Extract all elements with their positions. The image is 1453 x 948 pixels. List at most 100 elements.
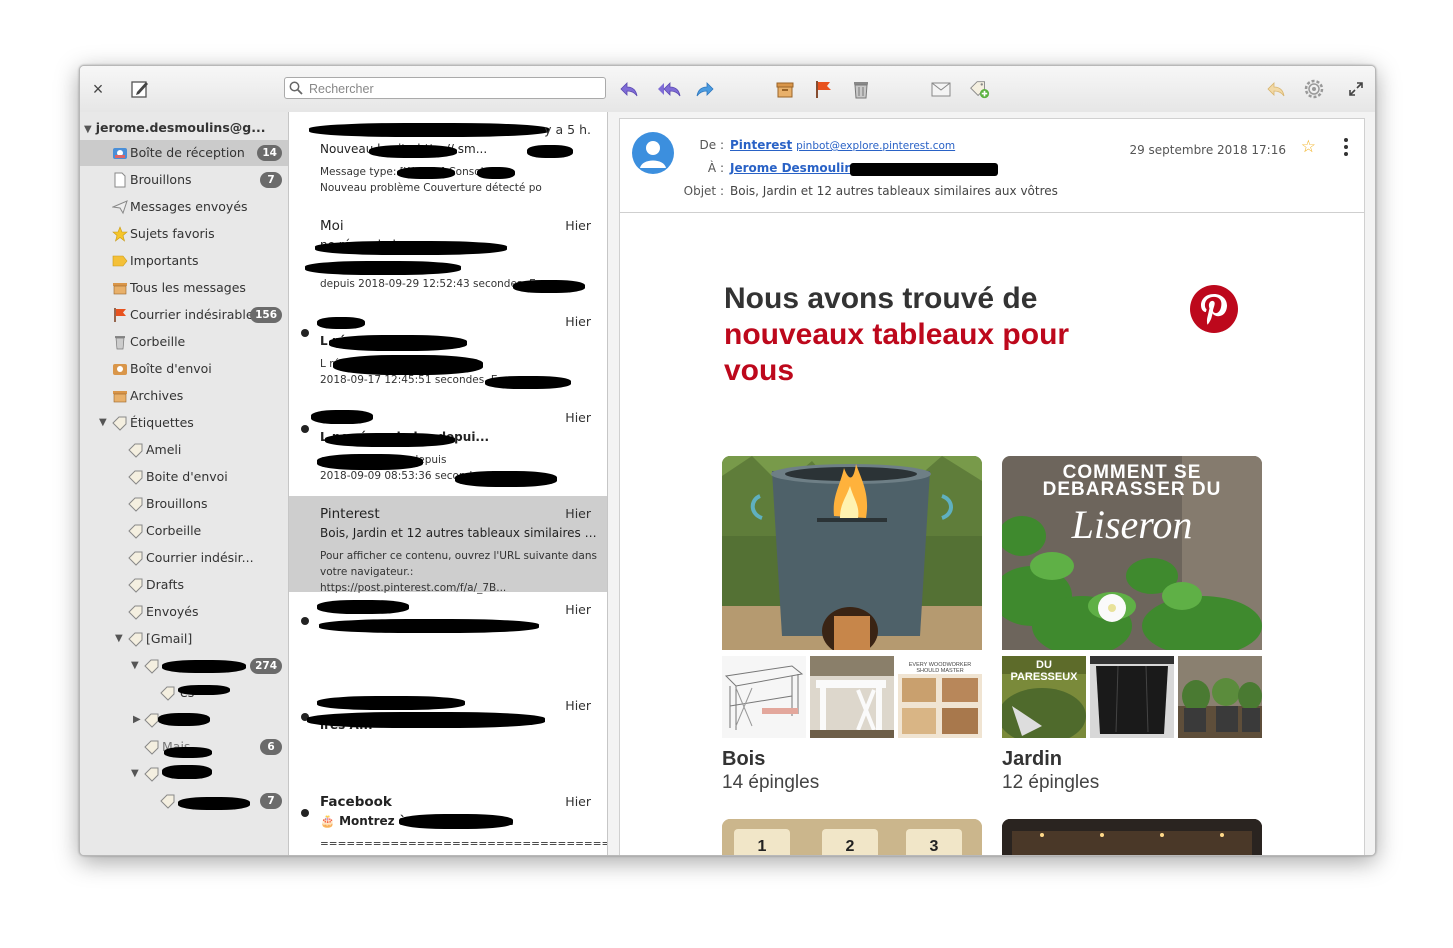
folder-trash[interactable]: Corbeille [80,329,288,355]
settings-gear-icon[interactable] [1303,78,1325,100]
board-thumbnail[interactable]: EVERY WOODWORKER SHOULD MASTER [898,656,982,738]
undo-reply-icon[interactable] [1265,78,1287,100]
folder-starred[interactable]: Sujets favoris [80,221,288,247]
from-field[interactable]: Pinterest pinbot@explore.pinterest.com [730,138,955,152]
label-item[interactable]: Corbeille [80,518,288,544]
chevron-right-icon[interactable]: ▶ [133,707,141,733]
chevron-down-icon[interactable]: ▼ [99,410,107,436]
gmail-group[interactable]: ▼ [Gmail] [80,626,288,652]
star-icon[interactable]: ☆ [1301,137,1316,157]
label-item[interactable]: Ameli [80,437,288,463]
board-card-partial[interactable]: 1 2 3 [722,819,982,855]
redaction [162,660,246,673]
redaction [333,355,483,375]
close-window-button[interactable]: × [87,78,109,100]
folder-important[interactable]: Importants [80,248,288,274]
search-input[interactable] [307,79,601,99]
recipient-link[interactable]: Jerome Desmoulins [730,161,860,175]
reply-icon[interactable] [618,78,640,100]
message-item[interactable]: Hier L ne répond plus depui... e ne répo… [289,400,607,496]
mark-read-icon[interactable] [930,78,952,100]
board-card-partial[interactable] [1002,819,1262,855]
message-item-pinterest[interactable]: Pinterest Hier Bois, Jardin et 12 autres… [289,496,607,594]
folder-sent[interactable]: Messages envoyés [80,194,288,220]
redaction [311,410,373,424]
chevron-down-icon[interactable]: ▼ [131,653,139,679]
label-item[interactable]: Drafts [80,572,288,598]
board-cover-image[interactable] [722,456,982,650]
label-item[interactable]: Brouillons [80,491,288,517]
folder-drafts[interactable]: Brouillons 7 [80,167,288,193]
folder-all-mail[interactable]: Tous les messages [80,275,288,301]
board-cover-image[interactable]: Liseron COMMENT SE DEBARASSER DU [1002,456,1262,650]
board-thumbnail[interactable] [1090,656,1174,738]
message-subject: Bois, Jardin et 12 autres tableaux simil… [320,526,600,540]
reply-all-icon[interactable] [655,78,683,100]
archive-icon[interactable] [774,78,796,100]
gmail-subfolder[interactable]: es [80,680,288,706]
unread-badge: 14 [257,145,282,161]
flag-icon[interactable] [812,78,834,100]
chevron-down-icon[interactable]: ▼ [84,124,92,135]
folder-label: Courrier indésirable [130,307,254,322]
gmail-subfolder[interactable]: 7 [80,788,288,814]
board-card-bois[interactable]: EVERY WOODWORKER SHOULD MASTER Bois 14 ép… [722,456,982,796]
trash-icon[interactable] [850,78,872,100]
message-item[interactable]: Hier L répond plus de... L répond plus d… [289,304,607,400]
tag-icon [128,551,143,566]
folder-inbox[interactable]: Boîte de réception 14 [80,140,288,166]
unread-dot [301,809,309,817]
forward-icon[interactable] [694,78,716,100]
folder-spam[interactable]: Courrier indésirable 156 [80,302,288,328]
message-item[interactable]: Facebook Hier 🎂 Montrez à ue vous pens..… [289,784,607,855]
gmail-subfolder[interactable]: ▼ [80,761,288,787]
account-row[interactable]: ▼ jerome.desmoulins@g... [80,118,265,138]
trash-icon [115,336,125,350]
label-item[interactable]: Envoyés [80,599,288,625]
label-item[interactable]: Boite d'envoi [80,464,288,490]
inbox-icon [113,148,127,159]
sender-name-link[interactable]: Pinterest [730,138,792,152]
message-item[interactable]: y a 5 h. Nouveau le site http:// sm... M… [289,112,607,208]
tag-icon [128,470,143,485]
more-options-icon[interactable] [1344,138,1348,159]
to-field[interactable]: Jerome Desmoulins [730,161,860,175]
chevron-down-icon[interactable]: ▼ [115,626,123,652]
chevron-down-icon[interactable]: ▼ [131,761,139,787]
board-thumbnail[interactable] [1178,656,1262,738]
add-label-icon[interactable] [968,78,990,100]
board-thumbnail[interactable] [722,656,806,738]
label-item[interactable]: Courrier indésir... [80,545,288,571]
gmail-subfolder[interactable]: ▼ 274 [80,653,288,679]
search-input-box[interactable] [284,77,606,99]
folder-outbox[interactable]: Boîte d'envoi [80,356,288,382]
tag-icon [128,605,143,620]
tag-icon [128,632,143,647]
labels-group[interactable]: ▼ Étiquettes [80,410,288,436]
folder-archives[interactable]: Archives [80,383,288,409]
message-item[interactable]: Moi Hier ne répond plus ... nna ne répon… [289,208,607,304]
board-title[interactable]: Bois [722,748,765,771]
label-text: Courrier indésir... [146,550,254,565]
board-thumbnail[interactable]: DU PARESSEUX [1002,656,1086,738]
gmail-subfolder[interactable]: ▶ [80,707,288,733]
email-header: De : Pinterest pinbot@explore.pinterest.… [620,119,1364,213]
poster-text: COMMENT SE DEBARASSER DU [1042,462,1222,500]
pinterest-logo-icon[interactable] [1190,285,1238,333]
message-item[interactable]: Hier ires A... [289,688,607,784]
redaction [317,317,365,329]
board-thumbnail[interactable] [810,656,894,738]
redaction [319,619,539,633]
board-title[interactable]: Jardin [1002,748,1062,771]
archive-box-icon [113,391,127,403]
message-time: Hier [565,218,591,233]
sender-email-link[interactable]: pinbot@explore.pinterest.com [796,140,955,152]
compose-icon[interactable] [129,78,151,100]
folder-label: Corbeille [130,334,186,349]
redaction [527,145,573,158]
maximize-icon[interactable] [1345,78,1367,100]
tag-icon [160,794,175,809]
message-item[interactable]: Hier [289,592,607,688]
board-card-jardin[interactable]: Liseron COMMENT SE DEBARASSER DU DU PARE… [1002,456,1262,796]
gmail-subfolder[interactable]: Mais 6 [80,734,288,760]
